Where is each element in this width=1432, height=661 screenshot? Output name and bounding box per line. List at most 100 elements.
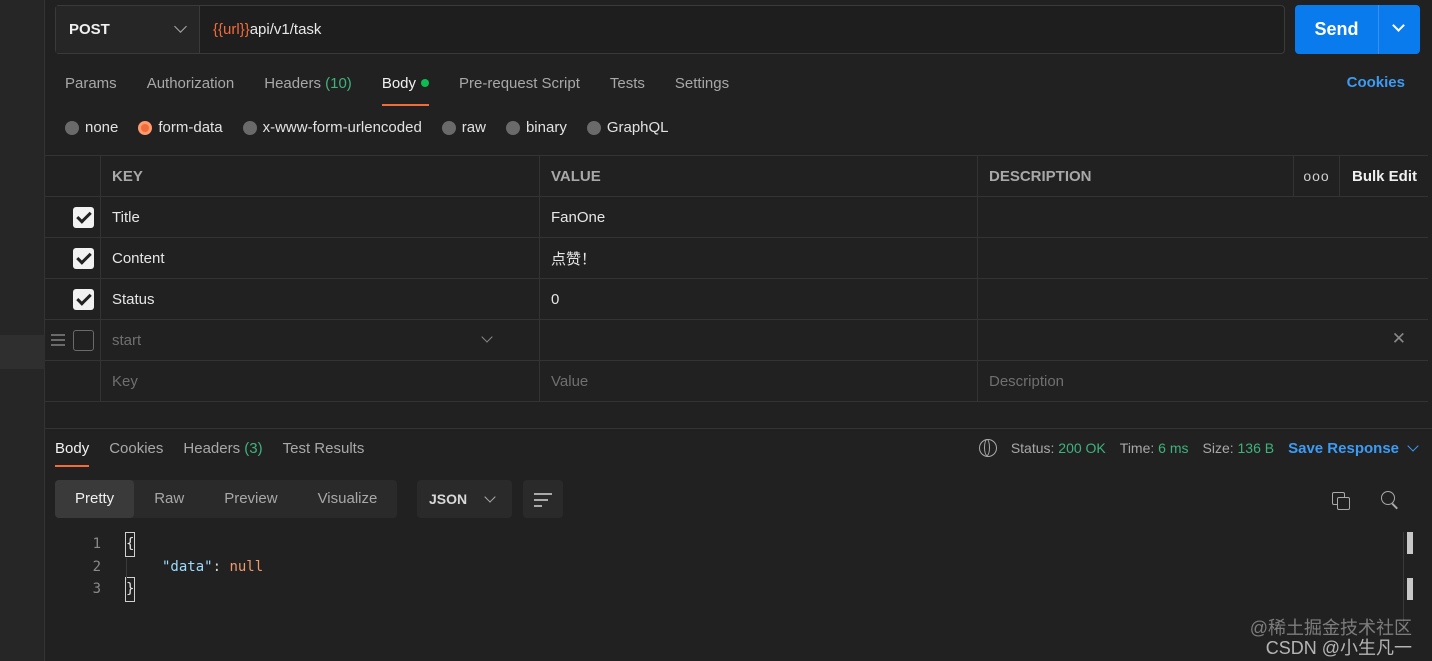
table-row: Title FanOne (45, 197, 1428, 238)
table-header-row: KEY VALUE DESCRIPTION ooo Bulk Edit (45, 156, 1428, 197)
radio-circle-icon (65, 120, 79, 135)
description-cell[interactable] (978, 279, 1428, 319)
value-cell[interactable] (540, 320, 978, 360)
scrollbar-marker[interactable] (1407, 578, 1413, 600)
time-info[interactable]: Time: 6 ms (1120, 440, 1189, 456)
radio-none[interactable]: none (65, 119, 118, 136)
column-value: VALUE (540, 156, 978, 196)
tab-test-results[interactable]: Test Results (283, 433, 365, 465)
chevron-down-icon (1392, 19, 1405, 32)
radio-circle-icon (505, 120, 520, 135)
radio-circle-icon (586, 120, 601, 135)
line-number: 2 (92, 558, 101, 575)
url-bar: POST {{url}} api/v1/task (55, 5, 1285, 54)
description-cell[interactable] (978, 197, 1428, 237)
chevron-down-icon (1407, 439, 1419, 452)
radio-form-data[interactable]: form-data (138, 119, 223, 136)
watermark: @稀土掘金技术社区 CSDN @小生凡一 (1249, 618, 1412, 658)
response-divider[interactable] (45, 428, 1432, 429)
json-key: "data" (162, 558, 213, 575)
tab-headers[interactable]: Headers (10) (264, 66, 352, 102)
url-path: api/v1/task (249, 21, 322, 38)
indent-guide (126, 558, 127, 580)
radio-graphql[interactable]: GraphQL (586, 119, 669, 136)
size-info[interactable]: Size: 136 B (1203, 440, 1275, 456)
bulk-edit-button[interactable]: Bulk Edit (1340, 156, 1428, 196)
row-checkbox[interactable] (73, 289, 94, 310)
response-tabs: Body Cookies Headers (3) Test Results (55, 433, 365, 467)
cookies-link[interactable]: Cookies (1347, 74, 1405, 91)
code-brace: { (124, 532, 136, 557)
tab-tests[interactable]: Tests (610, 66, 645, 102)
view-pretty[interactable]: Pretty (55, 480, 135, 518)
method-label: POST (69, 21, 110, 38)
response-headers-count: (3) (244, 440, 263, 457)
copy-icon[interactable] (1332, 492, 1350, 510)
send-options-button[interactable] (1379, 5, 1420, 54)
row-checkbox[interactable] (73, 248, 94, 269)
editor-ruler (1403, 532, 1404, 632)
format-select[interactable]: JSON (417, 480, 512, 518)
json-colon: : (212, 558, 230, 575)
value-cell[interactable]: FanOne (540, 197, 978, 237)
view-preview[interactable]: Preview (204, 480, 297, 518)
code-brace: } (124, 577, 136, 602)
tab-pre-request-script[interactable]: Pre-request Script (459, 66, 580, 102)
more-options-icon[interactable]: ooo (1294, 156, 1340, 196)
line-number: 1 (92, 536, 101, 552)
body-type-selector: none form-data x-www-form-urlencoded raw… (65, 119, 669, 136)
table-row: Content 点赞！ (45, 238, 1428, 279)
scrollbar-marker[interactable] (1407, 532, 1413, 554)
table-row-new: Key Value Description (45, 361, 1428, 402)
tab-response-headers[interactable]: Headers (3) (183, 433, 262, 465)
tab-settings[interactable]: Settings (675, 66, 729, 102)
key-cell[interactable]: Title (101, 197, 540, 237)
tab-body[interactable]: Body (381, 66, 430, 106)
radio-urlencoded[interactable]: x-www-form-urlencoded (242, 119, 422, 136)
new-value-input[interactable]: Value (540, 361, 978, 401)
request-tabs: Params Authorization Headers (10) Body P… (65, 66, 729, 106)
url-variable: {{url}} (213, 21, 250, 38)
tab-response-body[interactable]: Body (55, 433, 90, 467)
new-key-input[interactable]: Key (101, 361, 540, 401)
row-checkbox[interactable] (73, 207, 94, 228)
response-view-selector: Pretty Raw Preview Visualize (55, 480, 398, 518)
description-cell[interactable] (978, 238, 1428, 278)
row-checkbox[interactable] (73, 330, 94, 351)
key-cell[interactable]: Content (101, 238, 540, 278)
sidebar-selected-item[interactable] (0, 335, 45, 369)
column-description: DESCRIPTION (978, 156, 1294, 196)
json-value: null (229, 558, 264, 575)
table-row: Status 0 (45, 279, 1428, 320)
key-cell[interactable]: start (101, 320, 540, 360)
url-input[interactable]: {{url}} api/v1/task (200, 6, 1284, 53)
form-data-table: KEY VALUE DESCRIPTION ooo Bulk Edit Titl… (45, 155, 1428, 402)
radio-circle-icon (441, 120, 456, 135)
method-select[interactable]: POST (56, 6, 200, 53)
radio-raw[interactable]: raw (441, 119, 486, 136)
view-raw[interactable]: Raw (134, 480, 204, 518)
body-modified-dot-icon (421, 79, 430, 88)
status-info[interactable]: Status: 200 OK (1011, 440, 1106, 456)
response-body-code[interactable]: 1 { 2 "data": null 3} (75, 532, 264, 602)
drag-handle-icon[interactable] (51, 334, 65, 346)
tab-response-cookies[interactable]: Cookies (109, 433, 163, 465)
value-cell[interactable]: 点赞！ (540, 238, 978, 278)
new-description-input[interactable]: Description (978, 361, 1428, 401)
search-icon[interactable] (1381, 491, 1395, 505)
tab-params[interactable]: Params (65, 66, 117, 102)
tab-authorization[interactable]: Authorization (147, 66, 235, 102)
description-cell[interactable]: ✕ (978, 320, 1428, 360)
headers-count: (10) (325, 75, 352, 92)
request-panel: POST {{url}} api/v1/task Send Params Auth… (45, 0, 1432, 661)
view-visualize[interactable]: Visualize (298, 480, 398, 518)
send-button[interactable]: Send (1295, 5, 1420, 54)
save-response-button[interactable]: Save Response (1288, 439, 1419, 457)
wrap-lines-button[interactable] (523, 480, 563, 518)
radio-binary[interactable]: binary (505, 119, 567, 136)
value-cell[interactable]: 0 (540, 279, 978, 319)
key-cell[interactable]: Status (101, 279, 540, 319)
globe-icon[interactable] (978, 439, 997, 457)
chevron-down-icon[interactable] (481, 331, 493, 343)
close-icon[interactable]: ✕ (1392, 329, 1406, 349)
